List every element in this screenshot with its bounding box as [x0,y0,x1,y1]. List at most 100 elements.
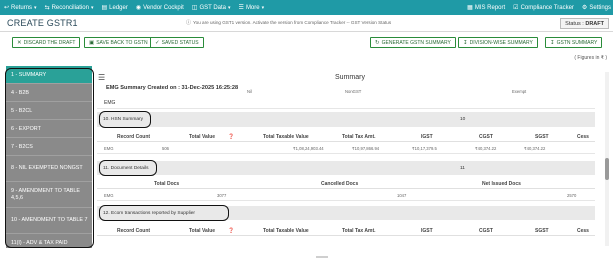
nav-vendor-cockpit-label: Vendor Cockpit [143,4,184,11]
saved-status-button[interactable]: ✓ SAVED STATUS [150,37,204,48]
nongst-header: NonGST [345,89,362,94]
docs-header-row: Total Docs Cancelled Docs Net Issued Doc… [97,178,595,189]
hsn-header-row: Record Count Total Value ❓ Total Taxable… [97,131,595,142]
close-icon: ✕ [17,39,22,46]
summary-panel: ☰ Summary EMG Summary Created on : 31-De… [97,70,603,248]
sidebar-item-label: 7 - B2CS [11,143,33,150]
sidebar-item-summary[interactable]: 1 - SUMMARY [6,66,92,84]
nav-returns[interactable]: ↩ Returns ▾ [4,4,37,12]
hsn-cgst: ₹40,374.22 [475,146,497,151]
nil-table-row: EMG [97,96,595,109]
main-scrollbar[interactable] [605,72,609,246]
nav-vendor-cockpit[interactable]: ◉ Vendor Cockpit [135,4,184,12]
hsn-header-record-count: Record Count [117,134,151,140]
hsn-header-cgst: CGST [479,134,493,140]
chevron-down-icon: ▾ [261,4,265,11]
summary-heading: Summary [335,74,365,81]
sidebar-item-adv-tax-paid[interactable]: 11(I) - ADV & TAX PAID [6,234,92,248]
scrollbar-thumb[interactable] [605,158,609,180]
docs-header-net: Net Issued Docs [482,181,521,187]
sidebar-item-label: 5 - B2CL [11,107,33,114]
nav-settings-label: Settings [589,4,611,11]
compliance-icon: ☑ [513,5,519,11]
status-label: Status : [565,21,584,27]
generate-gstn-summary-button[interactable]: ↻ GENERATE GSTN SUMMARY [370,37,456,48]
nav-reconciliation[interactable]: ⇆ Reconciliation ▾ [44,4,94,12]
nav-reconciliation-label: Reconciliation [51,4,89,11]
ecom-header-total-taxable: Total Taxable Value [263,228,309,234]
reconcile-icon: ⇆ [44,5,50,11]
ecom-header-record-count: Record Count [117,228,151,234]
docs-net: 2570 [567,193,577,198]
vendor-icon: ◉ [135,5,142,11]
check-icon: ✓ [155,39,160,46]
sidebar-item-label: 11(I) - ADV & TAX PAID [11,239,68,246]
nav-more[interactable]: ☰ More ▾ [238,4,265,12]
sidebar-item-nil-exempted[interactable]: 8 - NIL EXEMPTED NONGST [6,156,92,182]
nil-header: Nil [247,89,252,94]
nav-ledger-label: Ledger [109,4,128,11]
row-label: EMG [104,100,116,106]
discard-draft-button[interactable]: ✕ DISCARD THE DRAFT [12,37,81,48]
top-navigation-bar: ↩ Returns ▾ ⇆ Reconciliation ▾ ▤ Ledger ◉ Vend… [0,0,613,15]
row-label: EMG [104,146,114,151]
hsn-sgst: ₹40,374.22 [524,146,546,151]
sidebar-item-b2b[interactable]: 4 - B2B [6,84,92,102]
ecom-header-total-value: Total Value [189,228,216,234]
hsn-total-taxable: ₹1,08,24,903.44 [293,146,324,151]
ledger-icon: ▤ [101,5,108,11]
version-note: ⓘ You are using GST1 version. Activate th… [186,19,391,26]
sidebar-item-label: 9 - AMENDMENT TO TABLE 4,5,6 [11,187,80,201]
ecom-header-sgst: SGST [535,228,549,234]
ecom-section-title: 12. Ecom transactions reported by Suppli… [103,210,195,216]
sidebar-item-label: 1 - SUMMARY [11,71,47,78]
return-icon: ↩ [4,5,10,11]
resize-handle[interactable] [316,256,328,258]
discard-draft-label: DISCARD THE DRAFT [23,39,76,46]
docs-section-band: 11. Document Details 11 [97,161,595,175]
nav-settings[interactable]: ⚙ Settings [582,4,611,12]
download-icon: ↧ [463,39,468,46]
nav-compliance-tracker[interactable]: ☑ Compliance Tracker [513,4,574,12]
status-badge: Status : DRAFT [560,18,609,29]
status-value: DRAFT [585,21,604,27]
info-icon: ⓘ [186,20,192,26]
hsn-header-cess: Cess [577,134,589,140]
help-icon[interactable]: ❓ [228,228,234,234]
sidebar-item-amendment-456[interactable]: 9 - AMENDMENT TO TABLE 4,5,6 [6,182,92,208]
hsn-header-sgst: SGST [535,134,549,140]
hsn-header-total-value: Total Value [189,134,216,140]
refresh-icon: ↻ [375,39,380,46]
nav-ledger[interactable]: ▤ Ledger [101,4,128,12]
hsn-header-total-tax: Total Tax Amt. [342,134,376,140]
sidebar-item-export[interactable]: 6 - EXPORT [6,120,92,138]
page-title: CREATE GSTR1 [7,18,78,28]
division-wise-summary-button[interactable]: ↧ DIVISION-WISE SUMMARY [458,37,538,48]
nav-mis-report[interactable]: ▦ MIS Report [467,4,505,12]
nav-right-group: ▦ MIS Report ☑ Compliance Tracker ⚙ Setting… [467,0,611,15]
save-back-to-gstn-button[interactable]: ▣ SAVE BACK TO GSTN [84,37,153,48]
section-sidebar: 1 - SUMMARY 4 - B2B 5 - B2CL 6 - EXPORT … [6,66,92,248]
nav-compliance-tracker-label: Compliance Tracker [520,4,574,11]
docs-header-total: Total Docs [154,181,180,187]
nav-more-label: More [245,4,260,11]
nav-gst-data[interactable]: ◫ GST Data ▾ [192,4,231,12]
hsn-record-count: 506 [162,146,169,151]
sidebar-item-amendment-7[interactable]: 10 - AMENDMENT TO TABLE 7 [6,208,92,234]
gstn-summary-button[interactable]: ↧ GSTN SUMMARY [545,37,603,48]
nav-gst-data-label: GST Data [199,4,227,11]
more-icon: ☰ [238,5,244,11]
help-icon[interactable]: ❓ [228,134,234,140]
ecom-header-cgst: CGST [479,228,493,234]
sidebar-item-label: 4 - B2B [11,89,29,96]
ecom-header-row: Record Count Total Value ❓ Total Taxable… [97,225,595,236]
title-bar: CREATE GSTR1 ⓘ You are using GST1 version… [0,15,613,32]
sidebar-item-b2cl[interactable]: 5 - B2CL [6,102,92,120]
ecom-header-cess: Cess [577,228,589,234]
docs-data-row: EMG 3077 1047 2570 [97,190,595,201]
sidebar-item-label: 6 - EXPORT [11,125,41,132]
ecom-header-igst: IGST [421,228,433,234]
sidebar-item-b2cs[interactable]: 7 - B2CS [6,138,92,156]
hsn-header-total-taxable: Total Taxable Value [263,134,309,140]
sidebar-item-label: 8 - NIL EXEMPTED NONGST [11,165,83,171]
